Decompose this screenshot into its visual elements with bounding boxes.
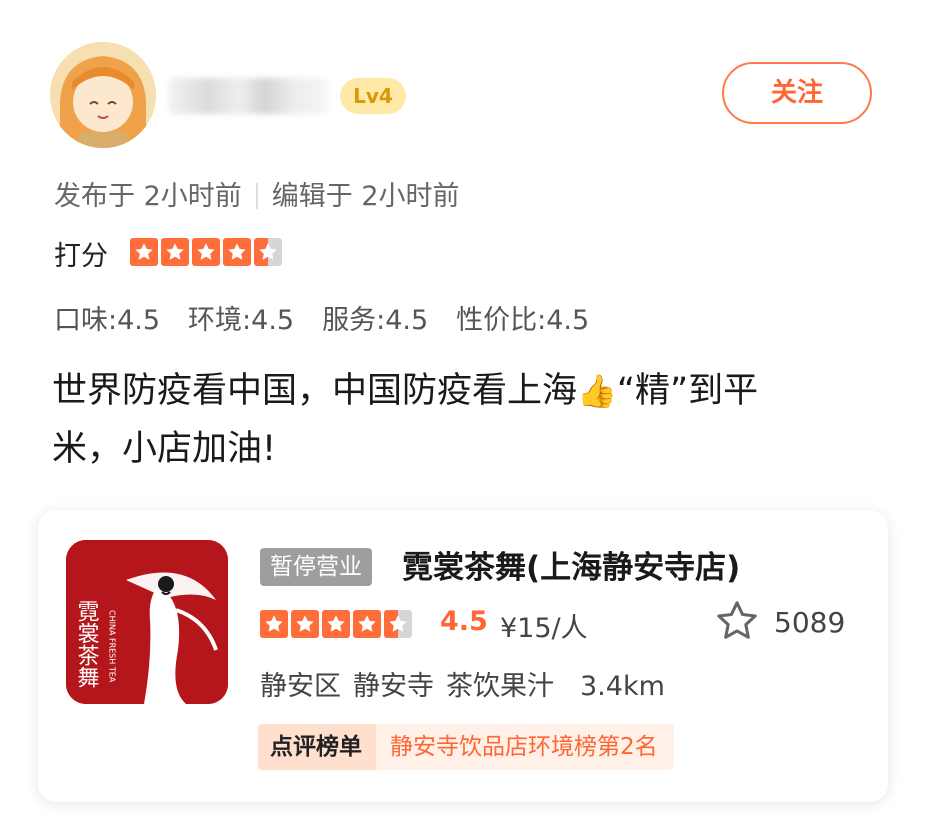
distance: 3.4km (580, 671, 665, 702)
review-line1-rest: “精”到平 (616, 371, 759, 411)
ranking-label: 点评榜单 (258, 724, 376, 770)
shop-name[interactable]: 霓裳茶舞(上海静安寺店) (402, 542, 740, 587)
star-icon (254, 238, 282, 266)
shop-location: 静安区 静安寺 茶饮果汁 3.4km (260, 664, 677, 703)
category: 茶饮果汁 (446, 671, 554, 702)
shop-price: ¥15/人 (500, 613, 588, 644)
star-icon (291, 610, 319, 638)
shop-logo[interactable]: 霓裳茶舞 CHINA FRESH TEA (66, 540, 228, 704)
review-line2: 米，小店加油! (52, 429, 277, 469)
sub-scores: 口味:4.5 环境:4.5 服务:4.5 性价比:4.5 (54, 298, 617, 337)
thumbs-up-icon: 👍 (577, 372, 617, 410)
star-outline-icon[interactable] (714, 598, 760, 644)
star-icon (223, 238, 251, 266)
star-icon (260, 610, 288, 638)
shop-card[interactable]: 霓裳茶舞 CHINA FRESH TEA 暂停营业 霓裳茶舞(上海静安寺店) 4… (38, 510, 888, 802)
score-environment: 环境:4.5 (188, 305, 295, 336)
logo-text: 霓裳茶舞 (74, 600, 100, 688)
shop-rating-value: 4.5 (440, 606, 488, 637)
username-blurred[interactable] (168, 78, 328, 114)
ranking-text: 静安寺饮品店环境榜第2名 (390, 734, 658, 760)
district: 静安区 (260, 671, 341, 702)
status-badge: 暂停营业 (260, 548, 372, 586)
star-icon (130, 238, 158, 266)
star-icon (161, 238, 189, 266)
score-service: 服务:4.5 (322, 305, 429, 336)
edited-time: 编辑于 2小时前 (271, 181, 460, 212)
score-value: 性价比:4.5 (456, 305, 590, 336)
divider (255, 183, 258, 209)
rating-stars (130, 238, 282, 266)
published-time: 发布于 2小时前 (54, 181, 242, 212)
rating-label: 打分 (54, 241, 108, 272)
star-icon (384, 610, 412, 638)
star-icon (192, 238, 220, 266)
logo-subtext: CHINA FRESH TEA (108, 610, 117, 683)
post-meta: 发布于 2小时前 编辑于 2小时前 (54, 174, 460, 213)
star-icon (322, 610, 350, 638)
area: 静安寺 (353, 671, 434, 702)
favorite-count: 5089 (774, 606, 846, 639)
ranking-banner[interactable]: 点评榜单 静安寺饮品店环境榜第2名 (258, 724, 674, 770)
star-icon (353, 610, 381, 638)
level-badge: Lv4 (340, 78, 406, 114)
user-avatar[interactable] (50, 42, 156, 148)
shop-rating-stars (260, 610, 412, 638)
score-taste: 口味:4.5 (54, 305, 161, 336)
follow-button[interactable]: 关注 (722, 62, 872, 124)
review-line1: 世界防疫看中国，中国防疫看上海 (52, 371, 578, 411)
review-body: 世界防疫看中国，中国防疫看上海👍“精”到平 米，小店加油! (52, 362, 852, 478)
